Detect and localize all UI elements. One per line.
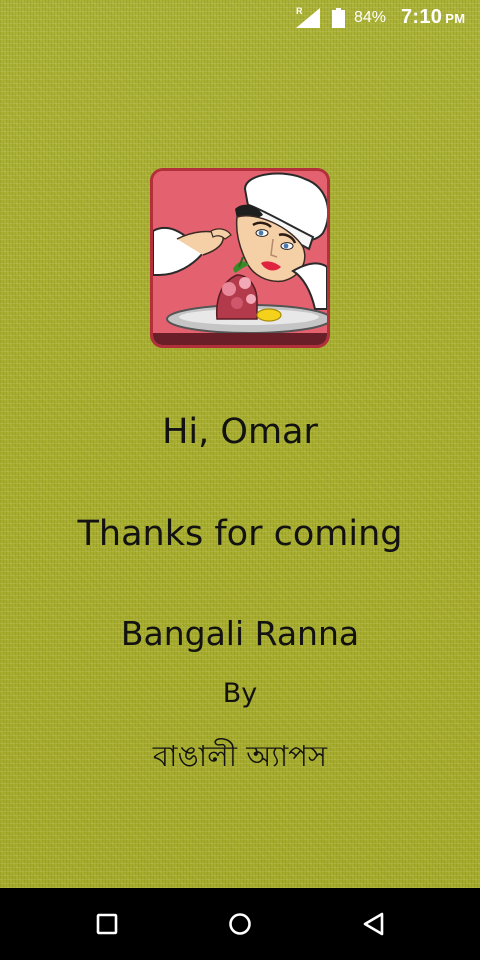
recent-apps-icon[interactable] [93, 910, 121, 938]
developer-name: বাঙালী অ্যাপস [152, 739, 328, 773]
status-bar: R 84% 7:10 PM [0, 0, 480, 36]
clock-ampm: PM [445, 11, 466, 26]
home-icon[interactable] [226, 910, 254, 938]
thanks-message: Thanks for coming [77, 514, 403, 554]
clock: 7:10 PM [401, 6, 465, 29]
signal-icon [296, 8, 320, 28]
clock-time: 7:10 [401, 6, 443, 28]
chef-logo-icon [150, 168, 330, 348]
back-icon[interactable] [360, 910, 388, 938]
battery-icon [332, 8, 345, 28]
navigation-bar [0, 888, 480, 960]
app-name: Bangali Ranna [120, 614, 360, 653]
by-label: By [222, 678, 258, 709]
battery-percentage: 84% [354, 9, 387, 26]
greeting-text: Hi, Omar [162, 412, 318, 452]
